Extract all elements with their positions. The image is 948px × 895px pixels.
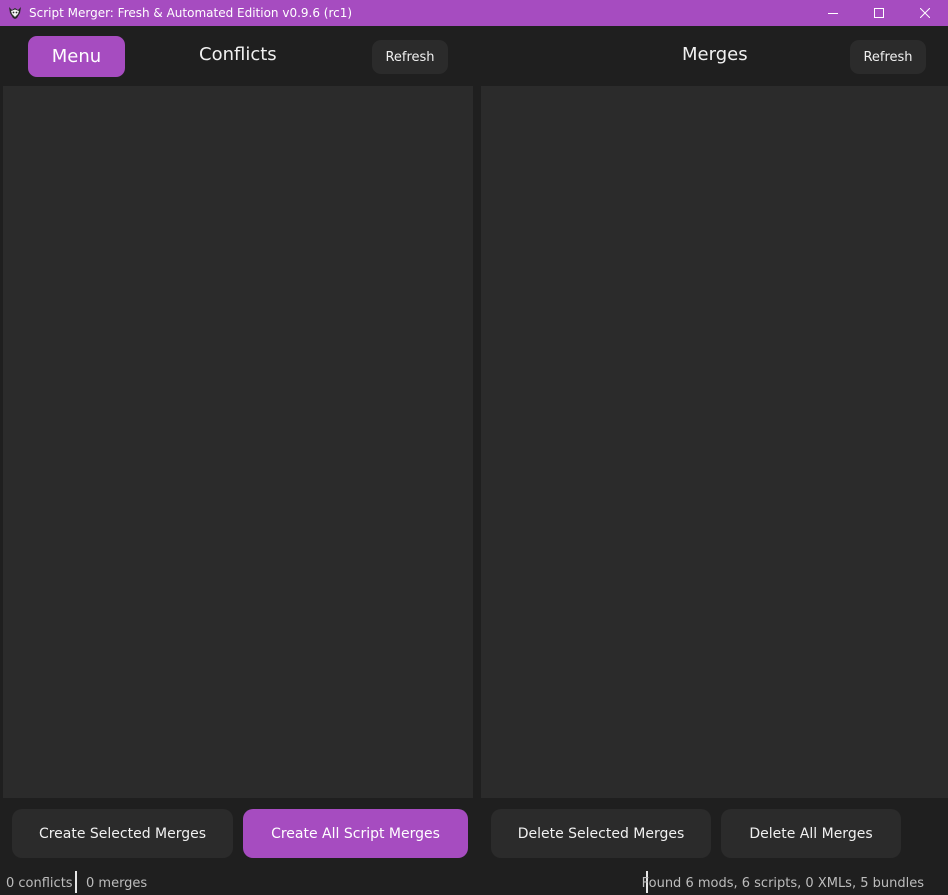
status-divider [75, 871, 77, 893]
create-all-script-merges-button[interactable]: Create All Script Merges [243, 809, 468, 858]
maximize-icon[interactable] [856, 0, 902, 26]
conflicts-heading: Conflicts [199, 44, 277, 65]
menu-button[interactable]: Menu [28, 36, 125, 77]
close-icon[interactable] [902, 0, 948, 26]
merges-list-panel[interactable] [481, 86, 948, 798]
conflicts-list-panel[interactable] [3, 86, 473, 798]
merges-count: 0 merges [86, 876, 148, 891]
scan-summary: Found 6 mods, 6 scripts, 0 XMLs, 5 bundl… [641, 876, 924, 891]
status-bar: 0 conflicts 0 merges Found 6 mods, 6 scr… [0, 871, 948, 895]
wolf-icon [7, 5, 23, 21]
title-bar[interactable]: Script Merger: Fresh & Automated Edition… [0, 0, 948, 26]
window-title: Script Merger: Fresh & Automated Edition… [29, 6, 353, 20]
window-controls [810, 0, 948, 26]
create-selected-merges-button[interactable]: Create Selected Merges [12, 809, 233, 858]
conflicts-count: 0 conflicts [6, 876, 73, 891]
refresh-conflicts-button[interactable]: Refresh [372, 40, 448, 74]
delete-selected-merges-button[interactable]: Delete Selected Merges [491, 809, 711, 858]
merges-heading: Merges [682, 44, 748, 65]
top-toolbar: Menu Conflicts Refresh Merges Refresh [0, 26, 948, 86]
minimize-icon[interactable] [810, 0, 856, 26]
refresh-merges-button[interactable]: Refresh [850, 40, 926, 74]
delete-all-merges-button[interactable]: Delete All Merges [721, 809, 901, 858]
